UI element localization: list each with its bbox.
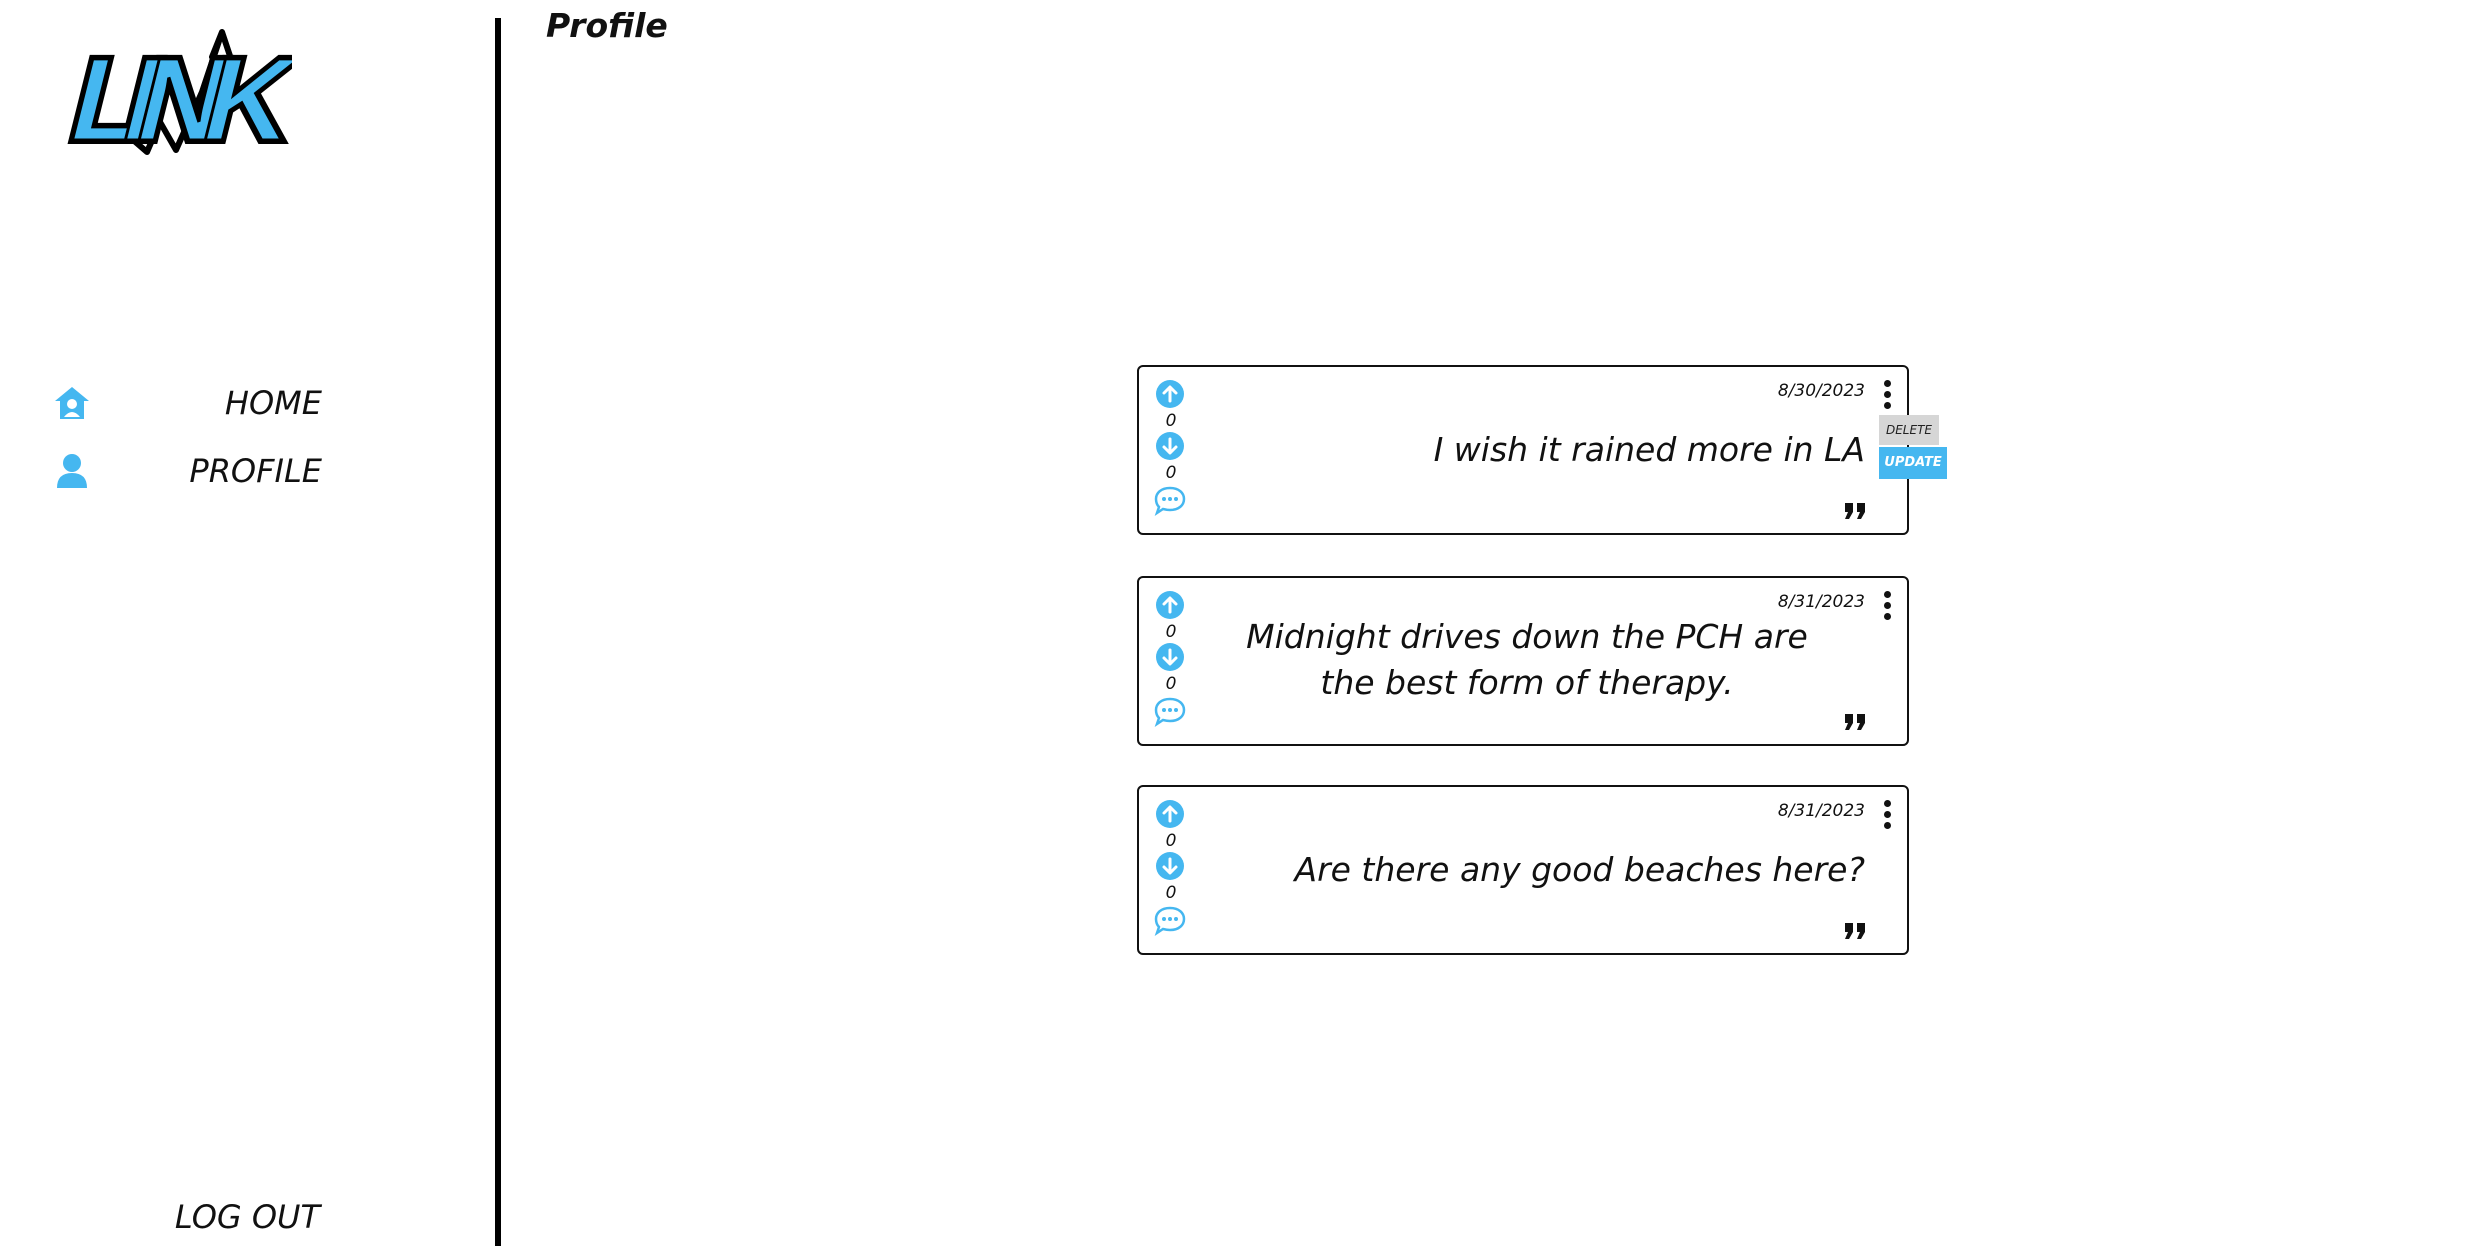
home-user-icon — [52, 383, 92, 423]
post-card: 0 0 8/30/2023 I wish it rained more in L… — [1137, 365, 1909, 535]
more-options-icon[interactable] — [1877, 377, 1897, 411]
downvote-icon[interactable] — [1155, 642, 1185, 672]
post-date: 8/31/2023 — [1777, 801, 1865, 821]
sidebar-item-home[interactable]: HOME — [52, 378, 322, 428]
post-options-menu: DELETE UPDATE — [1879, 415, 1947, 479]
svg-text:LINK: LINK — [58, 35, 292, 166]
post-card: 0 0 8/31/2023 Midnight drives down the P… — [1137, 576, 1909, 746]
logout-button[interactable]: LOG OUT — [120, 1198, 320, 1236]
page-title: Profile — [546, 6, 668, 45]
sidebar-divider — [495, 18, 501, 1246]
update-button[interactable]: UPDATE — [1879, 447, 1947, 479]
post-text: Are there any good beaches here? — [1294, 850, 1866, 889]
downvote-count: 0 — [1165, 883, 1177, 903]
sidebar-item-label: PROFILE — [189, 452, 322, 490]
downvote-icon[interactable] — [1155, 851, 1185, 881]
link-logo: LINK LINK — [54, 29, 292, 170]
upvote-count: 0 — [1165, 411, 1177, 431]
upvote-count: 0 — [1165, 831, 1177, 851]
sidebar-item-label: HOME — [224, 384, 322, 422]
downvote-count: 0 — [1165, 674, 1177, 694]
quote-icon — [1845, 923, 1865, 939]
post-date: 8/31/2023 — [1777, 592, 1865, 612]
post-card: 0 0 8/31/2023 Are there any good beaches… — [1137, 785, 1909, 955]
comment-icon[interactable] — [1153, 696, 1187, 728]
post-date: 8/30/2023 — [1777, 381, 1865, 401]
comment-icon[interactable] — [1153, 485, 1187, 517]
more-options-icon[interactable] — [1877, 797, 1897, 831]
sidebar-item-profile[interactable]: PROFILE — [52, 446, 322, 496]
post-text: Midnight drives down the PCH are the bes… — [1246, 617, 1808, 702]
sidebar: LINK LINK HOME PROFILE LOG OUT — [0, 0, 500, 1260]
delete-button[interactable]: DELETE — [1879, 415, 1939, 445]
upvote-icon[interactable] — [1155, 590, 1185, 620]
user-icon — [52, 451, 92, 491]
downvote-count: 0 — [1165, 463, 1177, 483]
more-options-icon[interactable] — [1877, 588, 1897, 622]
upvote-icon[interactable] — [1155, 799, 1185, 829]
upvote-icon[interactable] — [1155, 379, 1185, 409]
quote-icon — [1845, 714, 1865, 730]
post-text: I wish it rained more in LA — [1433, 430, 1865, 469]
quote-icon — [1845, 503, 1865, 519]
upvote-count: 0 — [1165, 622, 1177, 642]
comment-icon[interactable] — [1153, 905, 1187, 937]
downvote-icon[interactable] — [1155, 431, 1185, 461]
app-root: LINK LINK HOME PROFILE LOG OUT Profile 0… — [0, 0, 2474, 1260]
